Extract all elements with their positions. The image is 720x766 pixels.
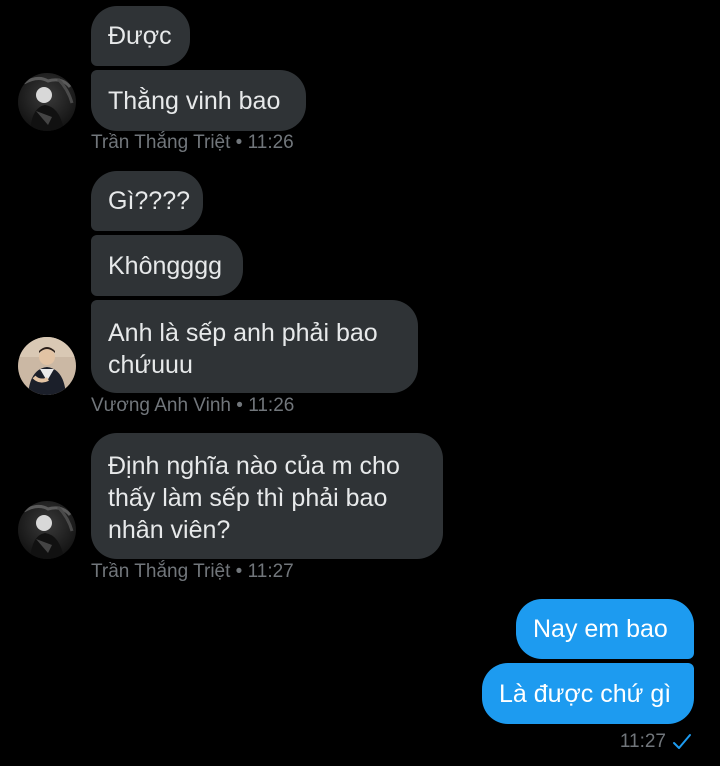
message-meta: Trần Thắng Triệt • 11:26	[91, 132, 294, 153]
message-bubble[interactable]: Gì????	[91, 171, 203, 231]
message-text: Nay em bao	[533, 615, 668, 643]
check-icon	[673, 734, 691, 749]
message-meta: Trần Thắng Triệt • 11:27	[91, 561, 294, 582]
avatar-triet[interactable]	[18, 501, 76, 559]
message-bubble[interactable]: Định nghĩa nào của m cho thấy làm sếp th…	[91, 433, 443, 559]
message-text: Được	[108, 22, 172, 50]
message-meta: Vương Anh Vinh • 11:26	[91, 395, 295, 416]
message-bubble[interactable]: Khôngggg	[91, 235, 243, 296]
outgoing-status: 11:27	[620, 731, 692, 753]
message-bubble[interactable]: Anh là sếp anh phải bao chứuuu	[91, 300, 418, 393]
message-bubble[interactable]: Được	[91, 6, 190, 66]
message-text: Gì????	[108, 187, 191, 215]
message-bubble-outgoing[interactable]: Nay em bao	[516, 599, 694, 659]
chat-thread: Được Thằng vinh bao Trần Thắng Triệt • 1…	[0, 0, 720, 766]
avatar-icon	[18, 501, 76, 559]
avatar-icon	[18, 73, 76, 131]
message-text: Anh là sếp anh phải bao chứuuu	[108, 319, 378, 379]
avatar-vinh[interactable]	[18, 337, 76, 395]
message-text: Định nghĩa nào của m cho thấy làm sếp th…	[108, 452, 400, 544]
message-bubble[interactable]: Thằng vinh bao	[91, 70, 306, 131]
avatar-triet[interactable]	[18, 73, 76, 131]
outgoing-time: 11:27	[619, 731, 666, 752]
message-text: Khôngggg	[108, 251, 223, 280]
avatar-icon	[18, 337, 76, 395]
message-text: Thằng vinh bao	[108, 86, 281, 115]
message-text: Là được chứ gì	[499, 679, 672, 708]
message-bubble-outgoing[interactable]: Là được chứ gì	[482, 663, 694, 724]
